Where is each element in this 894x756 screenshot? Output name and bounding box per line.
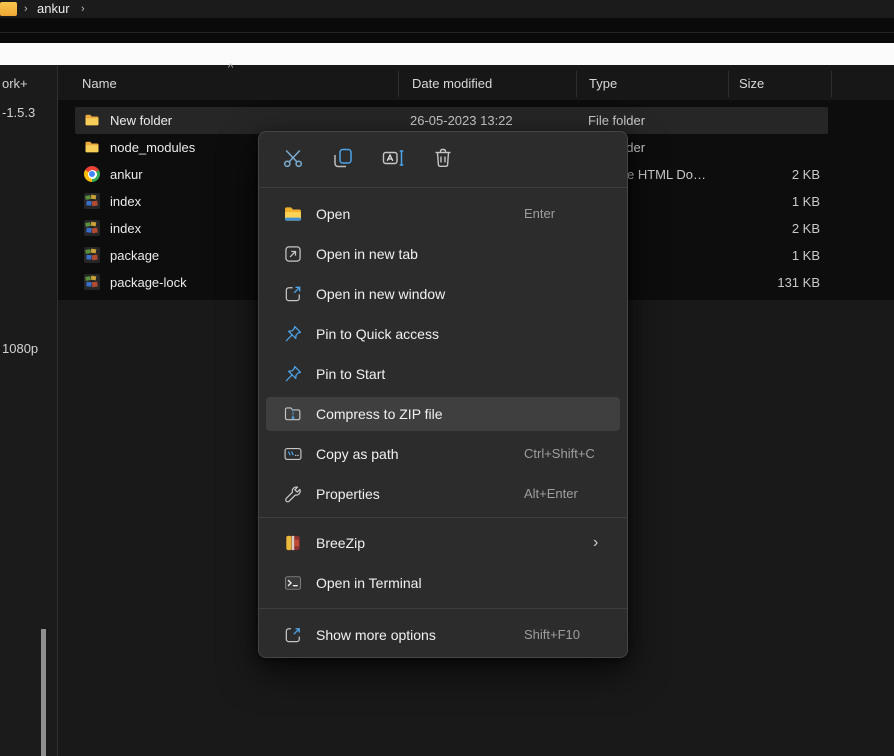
white-band xyxy=(0,43,894,65)
file-name: New folder xyxy=(110,113,172,128)
column-header-size[interactable]: Size xyxy=(739,76,764,91)
menu-item-properties[interactable]: Properties Alt+Enter xyxy=(259,474,627,514)
menu-item-label: Open in new tab xyxy=(316,234,418,274)
file-size: 1 KB xyxy=(720,248,820,263)
folder-icon xyxy=(84,139,100,155)
column-divider[interactable] xyxy=(398,71,399,97)
file-name: index xyxy=(110,194,141,209)
toolbar-band xyxy=(0,18,894,43)
file-row-selected[interactable]: New folder 26-05-2023 13:22 File folder xyxy=(58,107,894,134)
media-file-icon xyxy=(84,220,100,236)
menu-item-label: Open xyxy=(316,194,350,234)
menu-item-label: Pin to Quick access xyxy=(316,314,439,354)
column-header-name[interactable]: Name xyxy=(82,76,117,91)
copy-icon[interactable] xyxy=(331,146,355,170)
chrome-icon xyxy=(84,166,100,182)
file-name: package-lock xyxy=(110,275,187,290)
menu-item-open-in-terminal[interactable]: Open in Terminal xyxy=(259,563,627,603)
column-divider[interactable] xyxy=(576,71,577,97)
zip-folder-icon xyxy=(283,404,303,424)
menu-item-label: Compress to ZIP file xyxy=(316,394,443,434)
menu-item-label: Properties xyxy=(316,474,380,514)
menu-item-open-in-new-window[interactable]: Open in new window xyxy=(259,274,627,314)
open-folder-icon xyxy=(283,204,303,224)
menu-item-shortcut: Ctrl+Shift+C xyxy=(524,434,595,474)
context-menu: Open Enter Open in new tab Open in new w… xyxy=(258,131,628,658)
navigation-pane: ork+ -1.5.3 1080p xyxy=(0,65,57,756)
breadcrumb: › ankur › xyxy=(0,0,894,18)
column-header-date-modified[interactable]: Date modified xyxy=(412,76,492,91)
menu-item-pin-to-quick-access[interactable]: Pin to Quick access xyxy=(259,314,627,354)
menu-item-show-more-options[interactable]: Show more options Shift+F10 xyxy=(259,615,627,655)
menu-separator xyxy=(259,608,627,609)
new-window-icon xyxy=(283,284,303,304)
nav-item-truncated[interactable]: ork+ xyxy=(2,76,28,91)
file-size: 2 KB xyxy=(720,167,820,182)
terminal-icon xyxy=(283,573,303,593)
menu-separator xyxy=(259,517,627,518)
menu-item-open-in-new-tab[interactable]: Open in new tab xyxy=(259,234,627,274)
media-file-icon xyxy=(84,247,100,263)
column-divider[interactable] xyxy=(831,71,832,97)
divider xyxy=(0,32,894,33)
file-name: index xyxy=(110,221,141,236)
sort-ascending-icon: ^ xyxy=(228,62,233,74)
media-file-icon xyxy=(84,193,100,209)
menu-item-breezip[interactable]: BreeZip › xyxy=(259,523,627,563)
menu-item-shortcut: Enter xyxy=(524,194,555,234)
file-explorer-window: › ankur › ork+ -1.5.3 1080p Name ^ Date … xyxy=(0,0,894,756)
nav-item-truncated[interactable]: 1080p xyxy=(2,341,38,356)
file-size: 2 KB xyxy=(720,221,820,236)
column-header-type[interactable]: Type xyxy=(589,76,617,91)
rename-icon[interactable] xyxy=(381,146,405,170)
menu-item-compress-to-zip[interactable]: Compress to ZIP file xyxy=(259,394,627,434)
media-file-icon xyxy=(84,274,100,290)
wrench-icon xyxy=(283,484,303,504)
pin-icon xyxy=(283,364,303,384)
folder-icon xyxy=(84,112,100,128)
submenu-chevron-icon: › xyxy=(593,523,598,563)
scrollbar-thumb[interactable] xyxy=(41,629,46,756)
menu-item-pin-to-start[interactable]: Pin to Start xyxy=(259,354,627,394)
file-size: 131 KB xyxy=(720,275,820,290)
cut-icon[interactable] xyxy=(281,146,305,170)
delete-icon[interactable] xyxy=(431,146,455,170)
menu-separator xyxy=(259,187,627,188)
breadcrumb-item-ankur[interactable]: ankur xyxy=(37,1,70,17)
menu-item-shortcut: Alt+Enter xyxy=(524,474,578,514)
chevron-right-icon: › xyxy=(24,1,28,17)
file-type: File folder xyxy=(588,113,645,128)
menu-item-label: Open in new window xyxy=(316,274,445,314)
file-name: ankur xyxy=(110,167,143,182)
menu-item-copy-as-path[interactable]: Copy as path Ctrl+Shift+C xyxy=(259,434,627,474)
column-divider[interactable] xyxy=(728,71,729,97)
menu-item-label: Show more options xyxy=(316,615,436,655)
file-name: node_modules xyxy=(110,140,195,155)
nav-item-truncated[interactable]: -1.5.3 xyxy=(2,105,35,120)
pin-icon xyxy=(283,324,303,344)
file-date: 26-05-2023 13:22 xyxy=(410,113,513,128)
breezip-icon xyxy=(283,533,303,553)
menu-item-label: Pin to Start xyxy=(316,354,385,394)
file-name: package xyxy=(110,248,159,263)
context-menu-toolbar xyxy=(281,146,455,170)
chevron-right-icon: › xyxy=(81,1,85,17)
external-arrow-icon xyxy=(283,625,303,645)
menu-item-shortcut: Shift+F10 xyxy=(524,615,580,655)
new-tab-icon xyxy=(283,244,303,264)
folder-icon xyxy=(0,2,17,16)
menu-item-open[interactable]: Open Enter xyxy=(259,194,627,234)
menu-item-label: BreeZip xyxy=(316,523,365,563)
copy-path-icon xyxy=(283,444,303,464)
menu-item-label: Copy as path xyxy=(316,434,399,474)
menu-item-label: Open in Terminal xyxy=(316,563,422,603)
file-size: 1 KB xyxy=(720,194,820,209)
